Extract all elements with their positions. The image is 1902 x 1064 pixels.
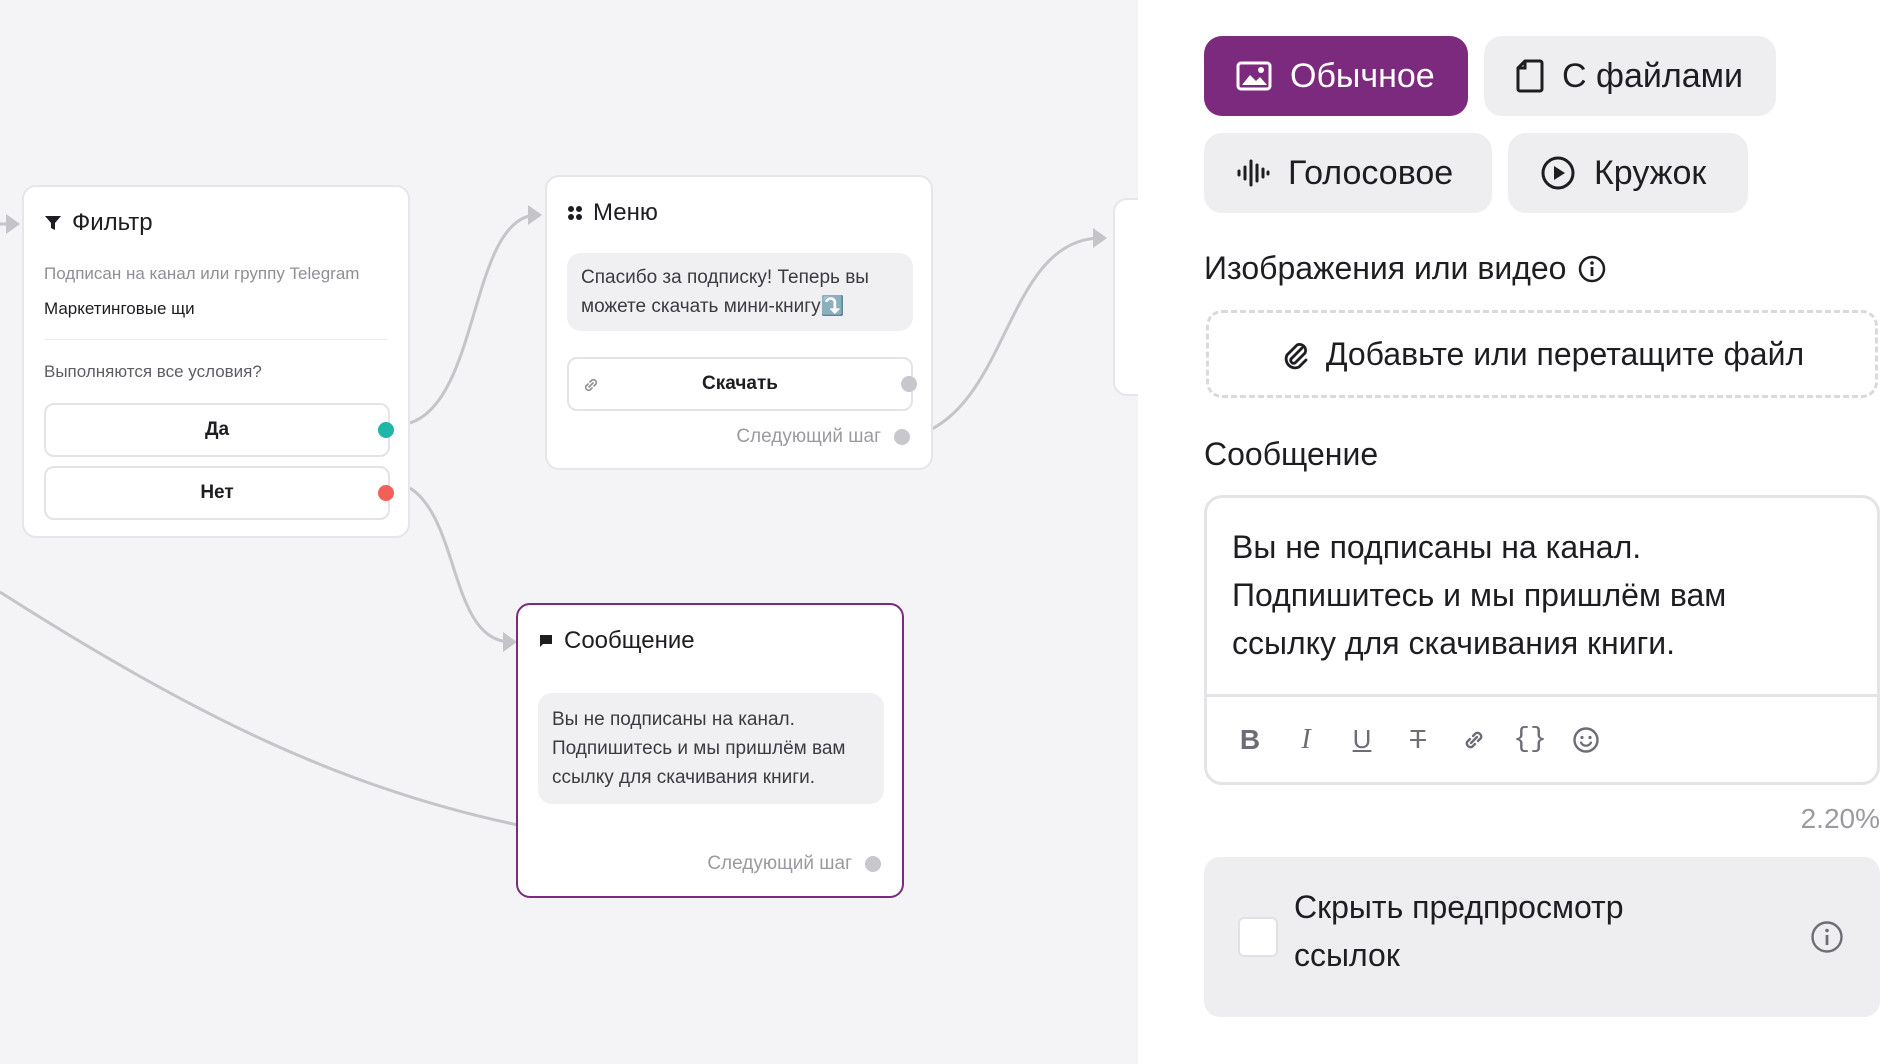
arrow-into-filter <box>6 214 20 234</box>
message-editor[interactable]: Вы не подписаны на канал. Подпишитесь и … <box>1204 495 1880 785</box>
info-icon[interactable] <box>1810 920 1844 954</box>
paperclip-icon <box>1284 343 1308 370</box>
hide-preview-option: Скрыть предпросмотр ссылок <box>1204 857 1880 1017</box>
edge-no-to-message <box>409 486 511 644</box>
filter-no-port[interactable] <box>378 485 394 501</box>
arrow-into-menu <box>528 205 542 225</box>
link-button[interactable] <box>1459 725 1489 755</box>
strikethrough-button[interactable]: T <box>1403 724 1433 755</box>
voice-wave-icon <box>1237 159 1270 187</box>
filter-node-header: Фильтр <box>44 209 153 237</box>
emoji-button[interactable] <box>1571 725 1601 755</box>
link-icon <box>1465 731 1483 748</box>
play-circle-icon <box>1541 156 1575 190</box>
menu-next-step-label: Следующий шаг <box>736 426 881 447</box>
menu-node-message: Спасибо за подписку! Теперь вы можете ск… <box>567 253 913 331</box>
type-files-button[interactable]: С файлами <box>1484 36 1776 116</box>
arrow-into-next-node <box>1093 228 1107 248</box>
type-files-label: С файлами <box>1562 56 1743 95</box>
italic-button[interactable]: I <box>1291 724 1321 755</box>
flow-canvas[interactable]: Фильтр Подписан на канал или группу Tele… <box>0 0 1138 1064</box>
filter-node-title: Фильтр <box>72 209 153 236</box>
message-next-step-port[interactable] <box>865 856 881 872</box>
edge-menu-to-next <box>929 236 1101 432</box>
type-circle-button[interactable]: Кружок <box>1508 133 1748 213</box>
type-regular-label: Обычное <box>1290 56 1435 95</box>
type-voice-label: Голосовое <box>1288 153 1454 192</box>
next-node-partial[interactable] <box>1113 198 1138 396</box>
dropzone-label: Добавьте или перетащите файл <box>1325 335 1805 372</box>
type-circle-label: Кружок <box>1594 153 1707 192</box>
filter-question: Выполняются все условия? <box>44 362 262 381</box>
message-node-text: Вы не подписаны на канал. Подпишитесь и … <box>538 693 884 804</box>
menu-node[interactable]: Меню Спасибо за подписку! Теперь вы може… <box>545 175 933 470</box>
filter-icon <box>45 216 61 230</box>
filter-node[interactable]: Фильтр Подписан на канал или группу Tele… <box>22 185 410 538</box>
bold-button[interactable]: B <box>1235 724 1265 755</box>
type-voice-button[interactable]: Голосовое <box>1204 133 1492 213</box>
message-node-title: Сообщение <box>564 627 695 654</box>
info-icon[interactable] <box>1578 255 1606 283</box>
link-icon <box>584 378 598 392</box>
hide-preview-checkbox[interactable] <box>1238 917 1278 957</box>
menu-download-button[interactable]: Скачать <box>567 357 913 411</box>
message-next-step-label: Следующий шаг <box>707 853 852 874</box>
filter-no-branch[interactable]: Нет <box>44 466 390 520</box>
file-dropzone[interactable]: Добавьте или перетащите файл <box>1206 310 1878 398</box>
message-node-header: Сообщение <box>538 627 695 655</box>
arrow-into-message <box>503 632 517 652</box>
message-settings-panel: Обычное С файлами Голосовое Кружок Изобр… <box>1138 0 1902 1064</box>
message-textarea[interactable]: Вы не подписаны на канал. Подпишитесь и … <box>1232 523 1857 667</box>
menu-node-header: Меню <box>567 199 658 227</box>
grid-icon <box>568 206 582 220</box>
message-node[interactable]: Сообщение Вы не подписаны на канал. Подп… <box>516 603 904 898</box>
image-icon <box>1236 61 1272 91</box>
file-icon <box>1516 59 1544 93</box>
hide-preview-label: Скрыть предпросмотр ссылок <box>1294 889 1624 973</box>
media-title-text: Изображения или видео <box>1204 250 1567 286</box>
menu-download-label: Скачать <box>702 373 778 394</box>
code-button[interactable]: {} <box>1513 724 1547 755</box>
menu-download-port[interactable] <box>901 376 917 392</box>
filter-condition-value: Маркетинговые щи <box>44 299 195 318</box>
type-regular-button[interactable]: Обычное <box>1204 36 1468 116</box>
smiley-icon <box>1573 726 1599 753</box>
filter-condition-label: Подписан на канал или группу Telegram <box>44 264 360 283</box>
underline-button[interactable]: U <box>1347 724 1377 755</box>
chat-bubble-icon <box>540 635 552 647</box>
filter-yes-port[interactable] <box>378 422 394 438</box>
edge-yes-to-menu <box>409 213 536 425</box>
filter-yes-branch[interactable]: Да <box>44 403 390 457</box>
menu-node-title: Меню <box>593 199 658 226</box>
message-length-counter: 2.20% <box>1800 803 1880 834</box>
menu-next-step-port[interactable] <box>894 429 910 445</box>
edge-left-to-message <box>0 590 519 827</box>
filter-divider <box>44 339 388 340</box>
media-section-title: Изображения или видео <box>1204 250 1606 287</box>
message-section-title: Сообщение <box>1204 436 1379 472</box>
formatting-toolbar: B I U T {} <box>1207 694 1877 782</box>
